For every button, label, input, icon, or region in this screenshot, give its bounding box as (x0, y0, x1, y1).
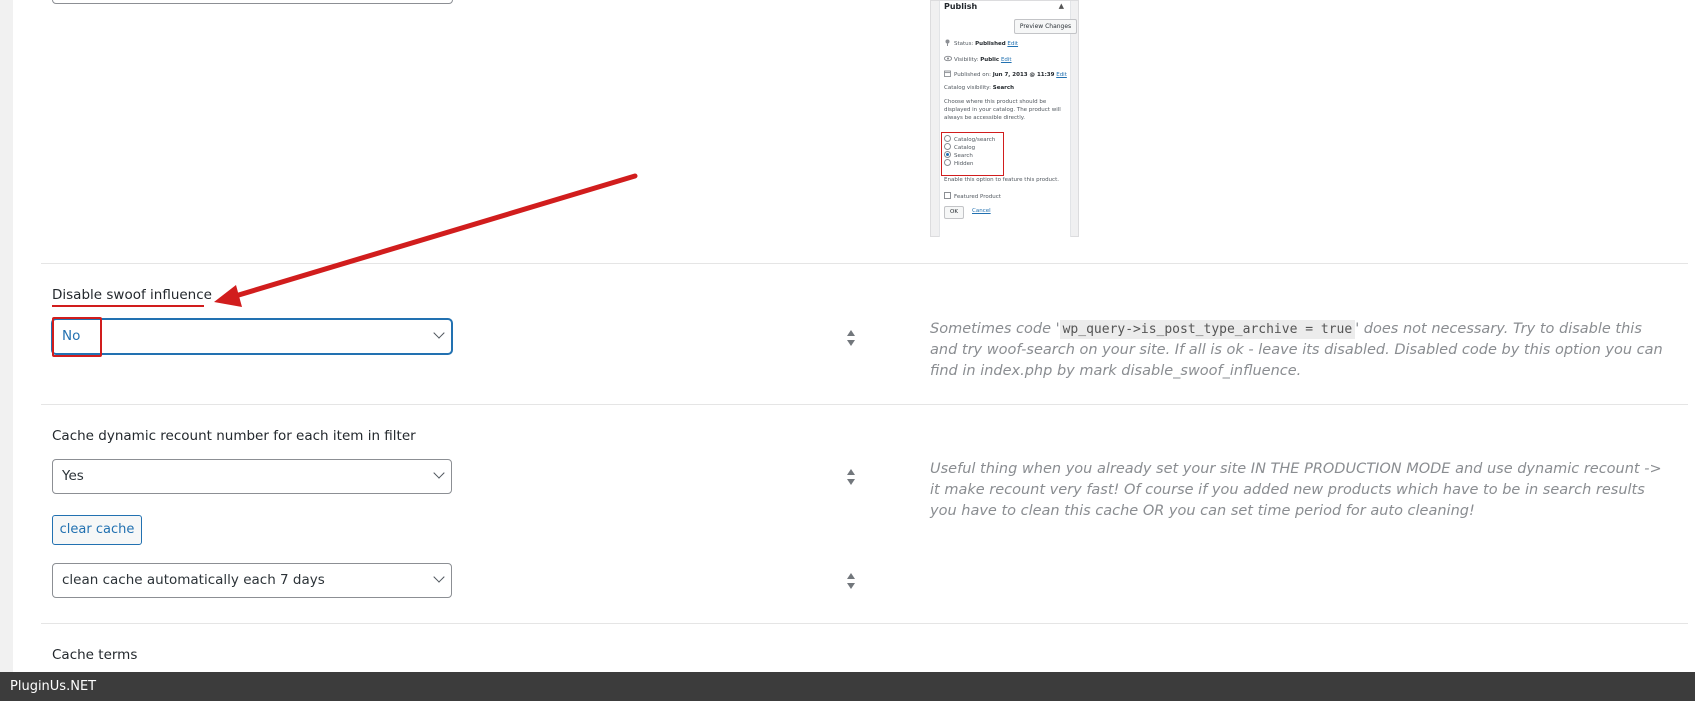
annotation-arrow-head (214, 285, 242, 307)
annotation-arrow (214, 173, 638, 307)
footer-brand[interactable]: PluginUs.NET (10, 679, 96, 694)
annotation-arrow-shaft (229, 173, 638, 300)
footer-bar: PluginUs.NET (0, 672, 1695, 701)
